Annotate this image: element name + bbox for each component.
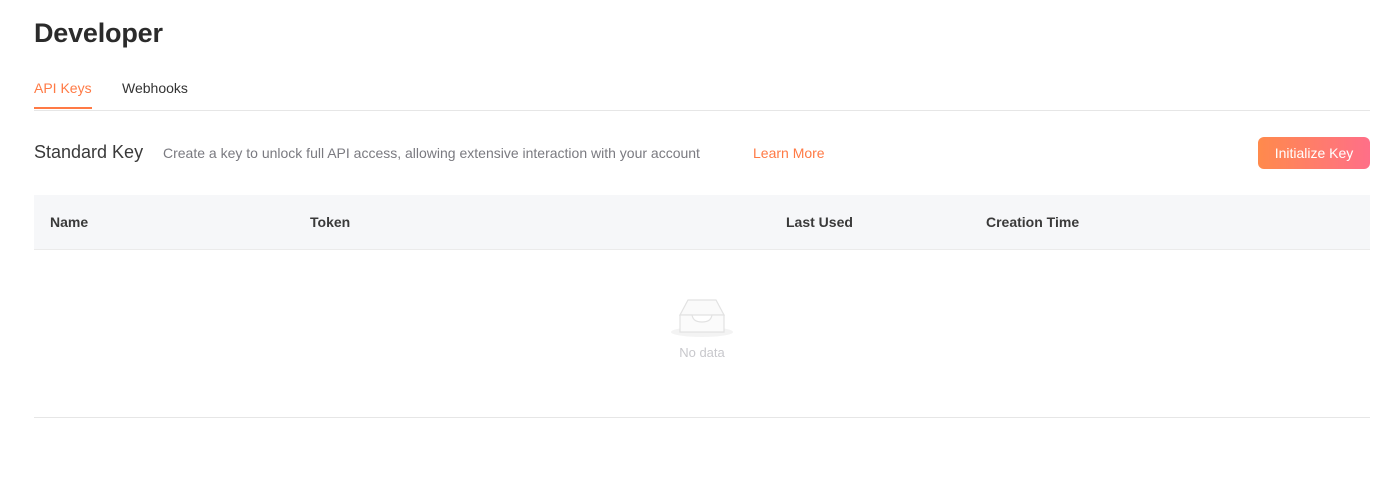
column-header-creation-time: Creation Time [986, 214, 1080, 230]
developer-page: Developer API Keys Webhooks Standard Key… [0, 0, 1399, 495]
empty-text: No data [679, 345, 725, 360]
tab-api-keys[interactable]: API Keys [34, 80, 92, 109]
initialize-key-button[interactable]: Initialize Key [1258, 137, 1370, 169]
api-keys-table: Name Token Last Used Creation Time No da… [34, 195, 1370, 418]
standard-key-header: Standard Key Create a key to unlock full… [34, 136, 1370, 170]
column-header-token: Token [310, 214, 351, 230]
empty-state: No data [34, 295, 1370, 360]
learn-more-link[interactable]: Learn More [753, 145, 825, 161]
tab-bar: API Keys Webhooks [34, 70, 1370, 111]
column-header-name: Name [50, 214, 89, 230]
tab-webhooks[interactable]: Webhooks [122, 80, 188, 107]
table-header: Name Token Last Used Creation Time [34, 195, 1370, 250]
column-header-last-used: Last Used [786, 214, 853, 230]
section-description: Create a key to unlock full API access, … [163, 145, 700, 161]
page-title: Developer [34, 18, 163, 48]
inbox-icon [671, 299, 733, 337]
section-title: Standard Key [34, 142, 144, 162]
